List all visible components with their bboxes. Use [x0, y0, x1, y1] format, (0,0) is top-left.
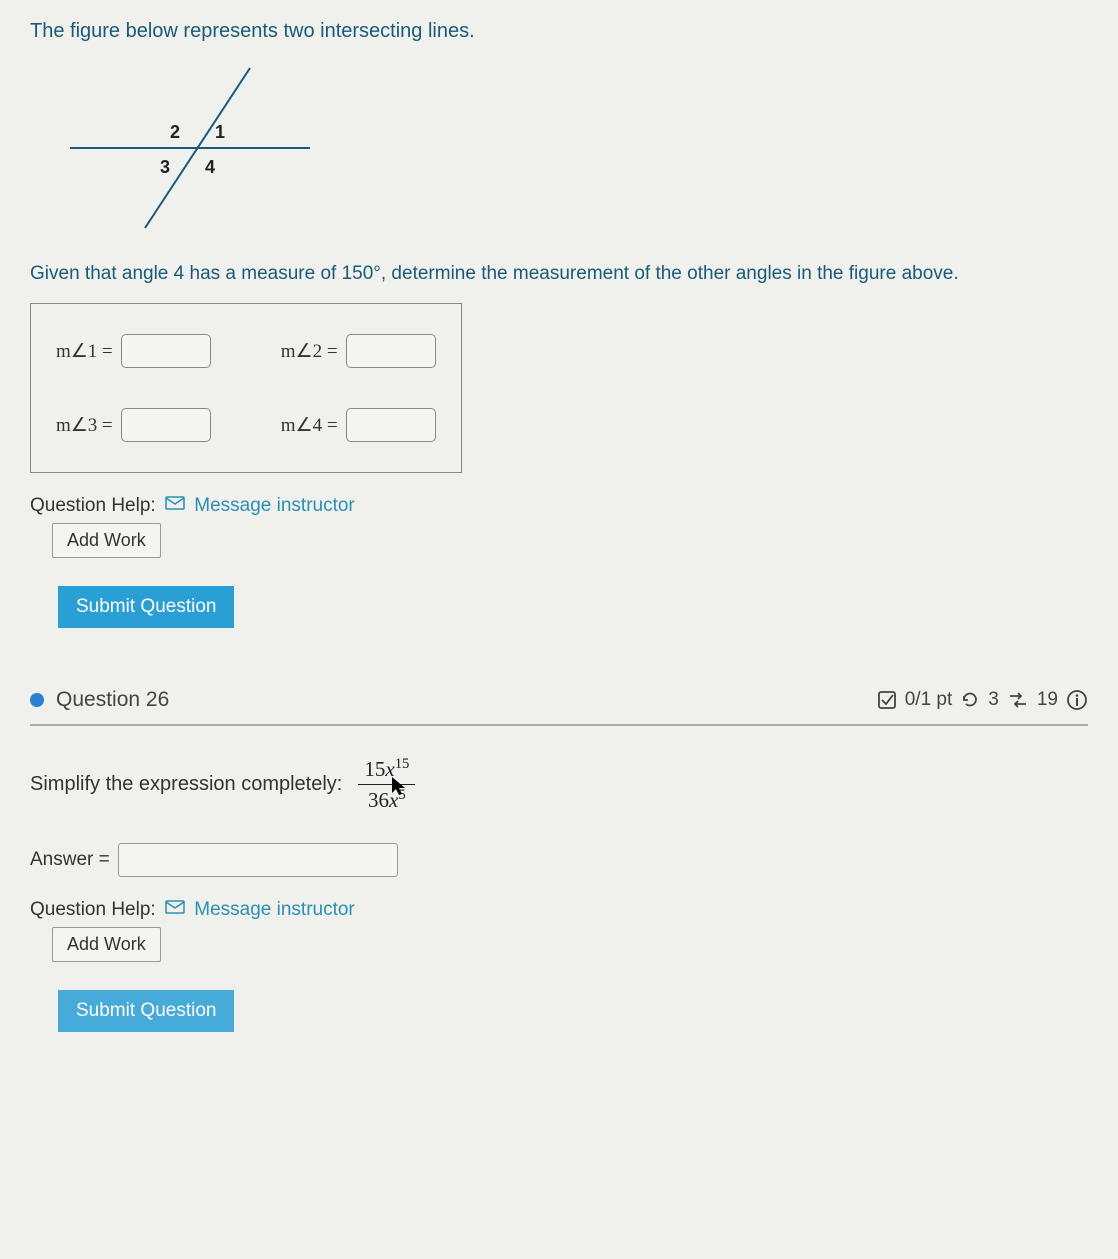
angle-2-group: m∠2 =: [281, 334, 436, 368]
angle-1-group: m∠1 =: [56, 334, 211, 368]
answer-row-1: m∠1 = m∠2 =: [56, 334, 436, 368]
intersecting-lines-figure: 1 2 3 4: [60, 63, 1088, 238]
angle-2-input[interactable]: [346, 334, 436, 368]
given-text: Given that angle 4 has a measure of 150°…: [30, 263, 1088, 285]
add-work-button-26[interactable]: Add Work: [52, 927, 161, 962]
answer-row-2: m∠3 = m∠4 =: [56, 408, 436, 442]
angle-answers-box: m∠1 = m∠2 = m∠3 = m∠4 =: [30, 303, 462, 473]
checkbox-icon: [877, 690, 897, 710]
add-work-button[interactable]: Add Work: [52, 523, 161, 558]
question-26-help-row: Question Help: Message instructor: [30, 899, 1088, 921]
angle-1-input[interactable]: [121, 334, 211, 368]
message-instructor-link[interactable]: Message instructor: [194, 495, 355, 516]
answer-row: Answer =: [30, 843, 1088, 877]
retry-icon: [960, 690, 980, 710]
mail-icon: [165, 899, 185, 921]
question-help-row: Question Help: Message instructor: [30, 495, 1088, 517]
question-25-body: The figure below represents two intersec…: [30, 20, 1088, 628]
retries-text: 3: [988, 689, 999, 711]
question-header-right: 0/1 pt 3 19: [877, 689, 1088, 711]
angle-4-input[interactable]: [346, 408, 436, 442]
message-instructor-link-26[interactable]: Message instructor: [194, 899, 355, 920]
lines-svg: 1 2 3 4: [60, 63, 320, 233]
angle-4-label-text: m∠4 =: [281, 414, 338, 437]
question-26-title: Question 26: [56, 688, 169, 712]
angle-1-label: 1: [215, 122, 225, 142]
attempts-text: 19: [1037, 689, 1058, 711]
angle-4-group: m∠4 =: [281, 408, 436, 442]
angle-3-label-text: m∠3 =: [56, 414, 113, 437]
angle-3-input[interactable]: [121, 408, 211, 442]
status-dot-icon: [30, 693, 44, 707]
answer-label: Answer =: [30, 849, 110, 871]
question-26-help-label: Question Help:: [30, 899, 156, 920]
submit-question-button-26[interactable]: Submit Question: [58, 990, 234, 1032]
mail-icon: [165, 495, 185, 517]
answer-input[interactable]: [118, 843, 398, 877]
angle-3-group: m∠3 =: [56, 408, 211, 442]
simplify-prompt-row: Simplify the expression completely: 15x1…: [30, 756, 1088, 813]
simplify-prompt: Simplify the expression completely:: [30, 773, 342, 796]
question-intro-text: The figure below represents two intersec…: [30, 20, 1088, 43]
cursor-icon: [390, 775, 408, 802]
question-26-header[interactable]: Question 26 0/1 pt 3 19: [30, 678, 1088, 726]
question-help-label: Question Help:: [30, 495, 156, 516]
angle-1-label-text: m∠1 =: [56, 340, 113, 363]
info-icon[interactable]: [1066, 689, 1088, 711]
angle-4-label: 4: [205, 157, 215, 177]
shuffle-icon: [1007, 690, 1029, 710]
submit-question-button[interactable]: Submit Question: [58, 586, 234, 628]
angle-2-label-text: m∠2 =: [281, 340, 338, 363]
question-header-left: Question 26: [30, 688, 169, 712]
angle-3-label: 3: [160, 157, 170, 177]
score-text: 0/1 pt: [905, 689, 953, 711]
question-26-body: Simplify the expression completely: 15x1…: [30, 756, 1088, 1032]
angle-2-label: 2: [170, 122, 180, 142]
